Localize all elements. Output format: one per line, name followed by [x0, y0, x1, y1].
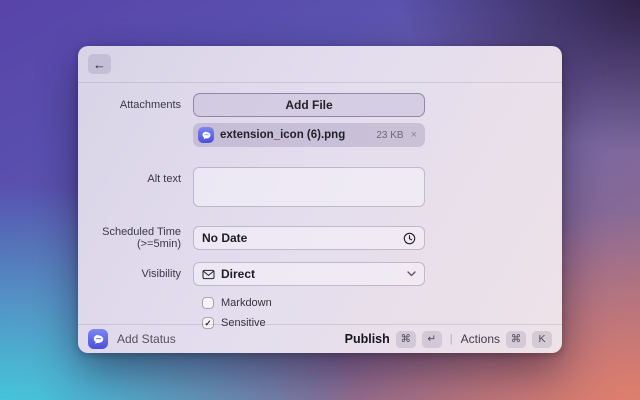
markdown-label: Markdown — [221, 297, 272, 309]
attachments-label: Attachments — [78, 99, 193, 111]
command-key-icon: ⌘ — [506, 331, 526, 348]
alt-text-row: Alt text — [78, 167, 562, 212]
attachment-file-chip[interactable]: extension_icon (6).png 23 KB × — [193, 123, 425, 147]
footer-actions-group: Publish ⌘ ↵ | Actions ⌘ K — [345, 331, 552, 348]
dialog-body: Attachments Add File extension_icon — [78, 83, 562, 331]
visibility-value: Direct — [221, 267, 255, 281]
scheduled-time-row: Scheduled Time (>=5min) No Date — [78, 226, 562, 250]
add-status-label: Add Status — [117, 332, 176, 346]
chevron-down-icon — [407, 271, 416, 277]
footer-divider: | — [450, 333, 453, 345]
attachment-file-size: 23 KB — [376, 130, 403, 141]
clock-icon — [403, 232, 416, 245]
remove-attachment-icon[interactable]: × — [411, 129, 417, 141]
k-key-icon: K — [532, 331, 552, 348]
dialog-footer: Add Status Publish ⌘ ↵ | Actions ⌘ K — [78, 324, 562, 353]
back-arrow-icon: ← — [93, 57, 106, 72]
scheduled-time-field[interactable]: No Date — [193, 226, 425, 250]
back-button[interactable]: ← — [88, 54, 111, 74]
compose-details-dialog: ← Attachments Add File — [78, 46, 562, 353]
dialog-header: ← — [78, 46, 562, 83]
scheduled-time-value: No Date — [202, 231, 247, 245]
add-file-button[interactable]: Add File — [193, 93, 425, 117]
alt-text-label: Alt text — [78, 167, 193, 185]
visibility-label: Visibility — [78, 268, 193, 280]
markdown-checkbox[interactable] — [202, 297, 214, 309]
attachment-chip-row: extension_icon (6).png 23 KB × — [78, 123, 562, 147]
publish-button[interactable]: Publish — [345, 332, 390, 346]
file-type-app-icon — [198, 127, 214, 143]
envelope-icon — [202, 269, 215, 280]
attachment-file-name: extension_icon (6).png — [220, 129, 345, 141]
app-bubble-icon — [88, 329, 108, 349]
desktop-wallpaper: { "window": { "header": { "back_icon": "… — [0, 0, 640, 400]
actions-button[interactable]: Actions — [461, 332, 500, 346]
alt-text-input[interactable] — [193, 167, 425, 207]
add-file-label: Add File — [285, 98, 332, 112]
visibility-row: Visibility Direct — [78, 262, 562, 286]
markdown-checkbox-row: Markdown — [202, 295, 562, 311]
command-key-icon: ⌘ — [396, 331, 416, 348]
scheduled-time-label: Scheduled Time (>=5min) — [78, 226, 193, 250]
return-key-icon: ↵ — [422, 331, 442, 348]
attachments-row: Attachments Add File — [78, 93, 562, 117]
visibility-select[interactable]: Direct — [193, 262, 425, 286]
